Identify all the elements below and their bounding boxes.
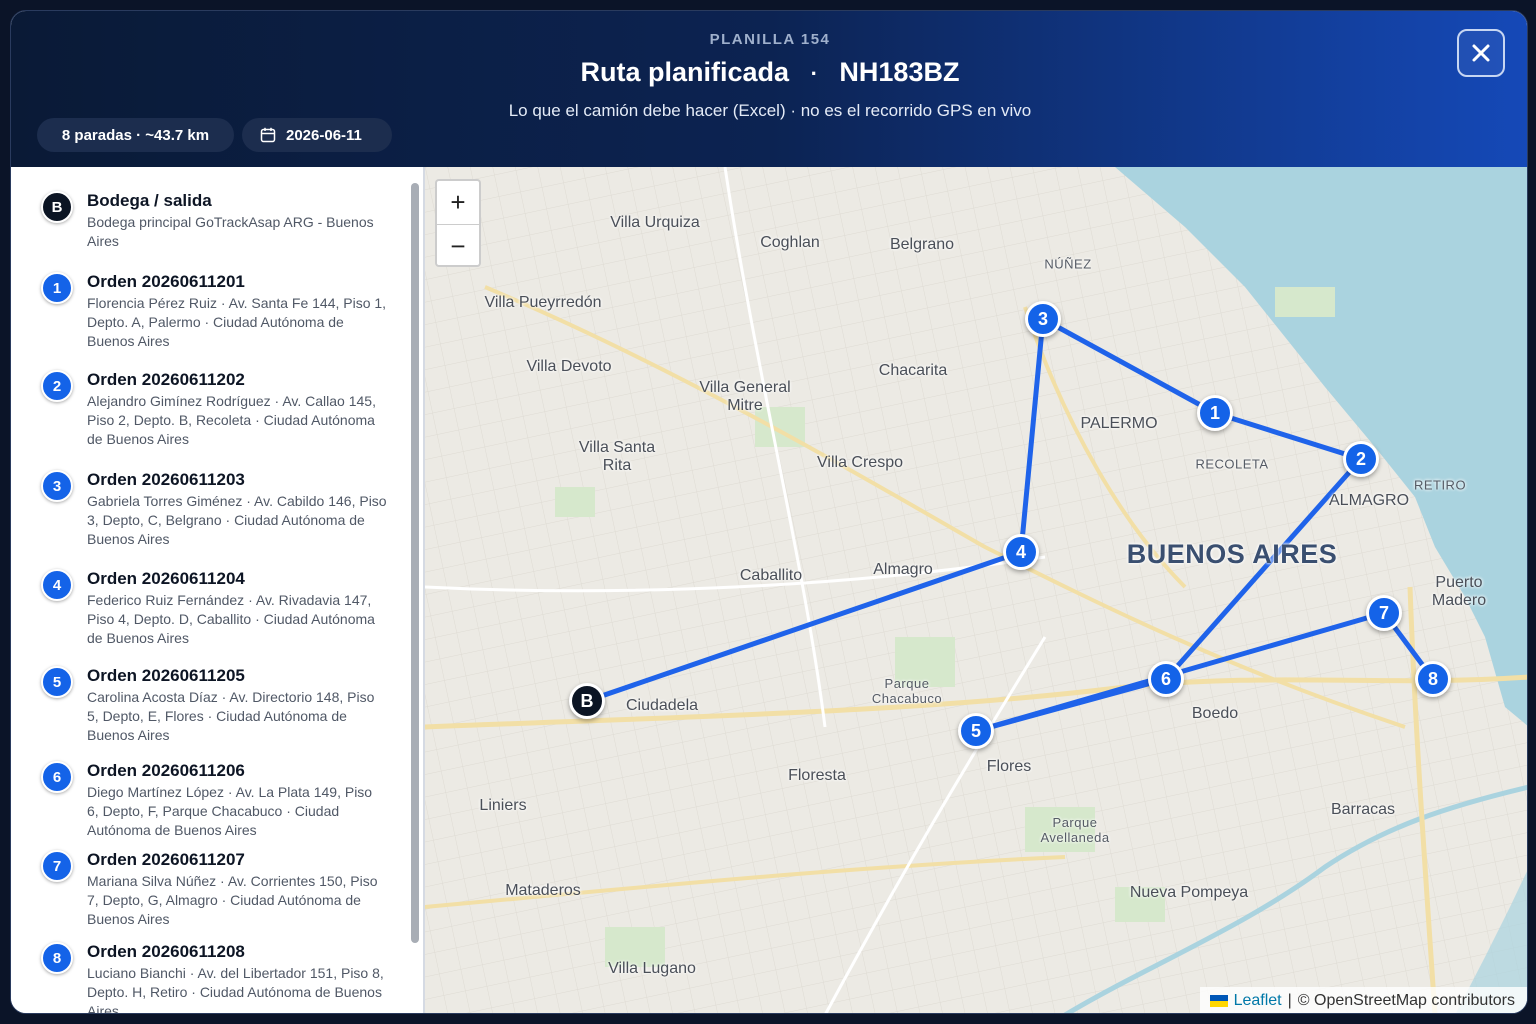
plate-number: NH183BZ	[839, 57, 960, 87]
map-label: Boedo	[1191, 705, 1239, 722]
map-label: Flores	[986, 758, 1032, 775]
map-label: Almagro	[873, 561, 933, 578]
stop-marker: 3	[41, 470, 73, 502]
stops-scrollbar[interactable]	[411, 183, 419, 943]
stop-marker: 6	[41, 761, 73, 793]
title-separator: ·	[810, 61, 818, 86]
stop-marker: 4	[41, 569, 73, 601]
modal-header: PLANILLA 154 Ruta planificada · NH183BZ …	[11, 11, 1527, 167]
stops-list[interactable]: B Bodega / salida Bodega principal GoTra…	[11, 167, 425, 1014]
stop-marker: 2	[41, 370, 73, 402]
map-label: Villa Devoto	[526, 358, 612, 375]
stop-address: Florencia Pérez Ruiz · Av. Santa Fe 144,…	[87, 295, 387, 349]
map-label: Villa Lugano	[608, 960, 696, 977]
route-summary-text: 8 paradas · ~43.7 km	[61, 126, 210, 144]
route-modal: PLANILLA 154 Ruta planificada · NH183BZ …	[10, 10, 1528, 1014]
map-label: Parque Chacabuco	[871, 676, 943, 706]
map-stop-marker-8[interactable]: 8	[1415, 661, 1451, 697]
stop-title: Orden 20260611201	[87, 272, 245, 291]
plan-label: PLANILLA 154	[709, 31, 831, 48]
stop-address: Luciano Bianchi · Av. del Libertador 151…	[87, 965, 384, 1014]
stop-title: Orden 20260611203	[87, 470, 245, 489]
map-label: Villa Pueyrredón	[484, 294, 602, 311]
date-text: 2026-06-11	[286, 126, 362, 144]
stop-marker: 5	[41, 666, 73, 698]
map-label: Ciudadela	[625, 697, 699, 714]
map-stop-marker-1[interactable]: 1	[1197, 395, 1233, 431]
stop-address: Alejandro Gimínez Rodríguez · Av. Callao…	[87, 393, 376, 447]
map-label: Coghlan	[760, 234, 820, 251]
map-label: Chacarita	[878, 362, 948, 379]
stop-title: Orden 20260611206	[87, 761, 245, 780]
map-label: Villa Crespo	[817, 454, 903, 471]
modal-title: Ruta planificada · NH183BZ	[11, 57, 1527, 88]
stop-title: Bodega / salida	[87, 191, 212, 210]
map-label: Villa Santa Rita	[578, 439, 656, 474]
stop-title: Orden 20260611205	[87, 666, 245, 685]
route-summary-chip: 8 paradas · ~43.7 km	[37, 118, 234, 152]
date-chip: 2026-06-11	[242, 118, 392, 152]
map-label: RECOLETA	[1195, 456, 1269, 472]
map-label: Villa General Mitre	[699, 379, 791, 414]
depot-marker: B	[41, 191, 73, 223]
zoom-in-button[interactable]: +	[437, 181, 479, 224]
map-stop-marker-2[interactable]: 2	[1343, 441, 1379, 477]
leaflet-link[interactable]: Leaflet	[1234, 992, 1282, 1010]
attribution-text: © OpenStreetMap contributors	[1297, 992, 1515, 1009]
title-text: Ruta planificada	[580, 57, 790, 87]
stop-address: Gabriela Torres Giménez · Av. Cabildo 14…	[87, 493, 387, 547]
map-label: Puerto Madero	[1431, 574, 1487, 609]
attribution-separator: |	[1287, 992, 1292, 1009]
stop-title: Orden 20260611207	[87, 850, 245, 869]
map-label: NÚÑEZ	[1044, 256, 1092, 272]
map-label: BUENOS AIRES	[1126, 539, 1338, 569]
stop-address: Bodega principal GoTrackAsap ARG - Bueno…	[87, 214, 374, 249]
zoom-control: + −	[435, 179, 481, 267]
route-map[interactable]: Villa Urquiza Coghlan Belgrano NÚÑEZ Vil…	[425, 167, 1527, 1013]
calendar-icon	[260, 127, 276, 143]
map-stop-marker-7[interactable]: 7	[1366, 595, 1402, 631]
modal-subtitle: Lo que el camión debe hacer (Excel) · no…	[508, 101, 1032, 120]
stop-address: Federico Ruiz Fernández · Av. Rivadavia …	[87, 592, 375, 646]
map-attribution: Leaflet | © OpenStreetMap contributors	[1199, 987, 1527, 1013]
zoom-out-button[interactable]: −	[437, 224, 479, 267]
map-label: Nueva Pompeya	[1129, 884, 1249, 901]
close-icon	[1472, 44, 1490, 62]
map-label: Villa Urquiza	[610, 214, 700, 231]
stop-title: Orden 20260611204	[87, 569, 245, 588]
map-label: Caballito	[739, 567, 803, 584]
stop-address: Diego Martínez López · Av. La Plata 149,…	[87, 784, 373, 838]
stop-address: Mariana Silva Núñez · Av. Corrientes 150…	[87, 873, 378, 927]
stop-address: Carolina Acosta Díaz · Av. Directorio 14…	[87, 689, 375, 743]
map-label: RETIRO	[1413, 477, 1467, 493]
map-stop-marker-4[interactable]: 4	[1003, 534, 1039, 570]
map-label: Parque Avellaneda	[1040, 815, 1110, 845]
stop-title: Orden 20260611202	[87, 370, 245, 389]
map-depot-marker[interactable]: B	[569, 683, 605, 719]
stop-marker: 8	[41, 942, 73, 974]
map-label: ALMAGRO	[1328, 492, 1410, 509]
map-label: Barracas	[1330, 801, 1396, 818]
map-stop-marker-6[interactable]: 6	[1148, 661, 1184, 697]
map-stop-marker-3[interactable]: 3	[1025, 301, 1061, 337]
stop-title: Orden 20260611208	[87, 942, 245, 961]
stop-marker: 1	[41, 272, 73, 304]
map-label: Belgrano	[889, 236, 955, 253]
stop-marker: 7	[41, 850, 73, 882]
map-label: Mataderos	[505, 882, 581, 899]
map-label: Liniers	[479, 797, 527, 814]
map-stop-marker-5[interactable]: 5	[958, 713, 994, 749]
close-button[interactable]	[1457, 29, 1505, 77]
map-label: Floresta	[788, 767, 846, 784]
ukraine-flag-icon	[1209, 995, 1228, 1007]
map-label: PALERMO	[1080, 415, 1158, 432]
